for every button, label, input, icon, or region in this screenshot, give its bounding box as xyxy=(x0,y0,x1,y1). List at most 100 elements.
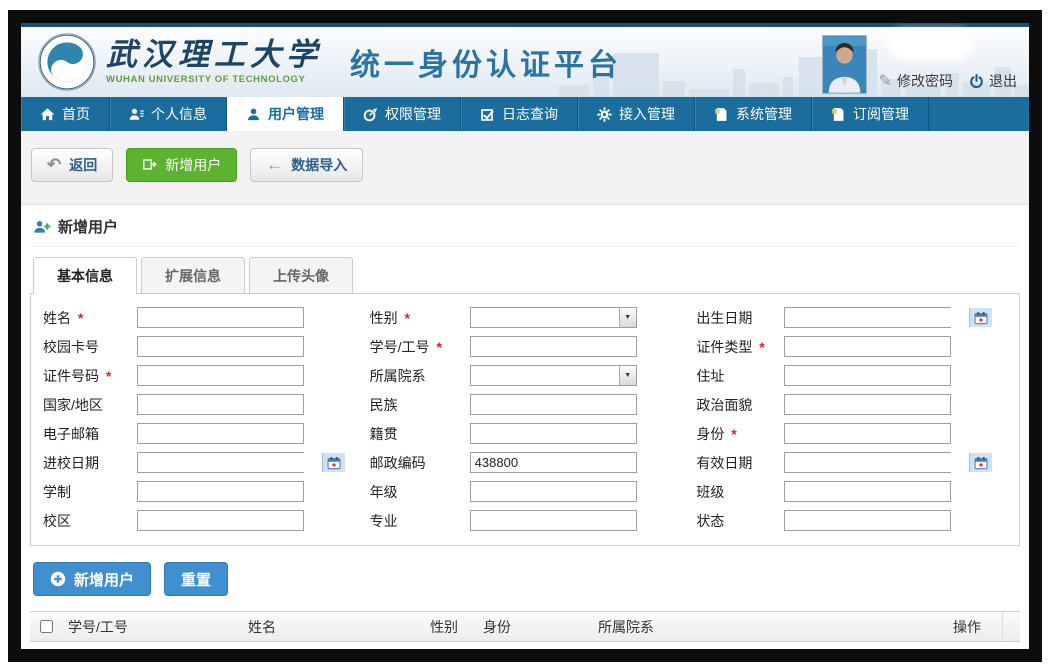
tab-2[interactable]: 上传头像 xyxy=(249,257,353,293)
toolbar: ↶ 返回 新增用户 ← 数据导入 xyxy=(21,131,1029,205)
required-asterisk: * xyxy=(401,310,410,326)
user-avatar xyxy=(822,35,867,94)
campus-card-field-label: 校园卡号 xyxy=(43,337,137,357)
add-user-toolbar-button[interactable]: 新增用户 xyxy=(126,148,237,182)
nav-item-permission[interactable]: 权限管理 xyxy=(344,97,461,131)
reset-button[interactable]: 重置 xyxy=(164,562,228,596)
native-place-field[interactable] xyxy=(470,423,637,444)
political-status-field[interactable] xyxy=(784,394,951,415)
logout-link[interactable]: 退出 xyxy=(969,71,1017,91)
enroll-date-field[interactable] xyxy=(138,453,322,472)
political-status-field-label: 政治面貌 xyxy=(696,395,784,415)
campus-field-label: 校区 xyxy=(43,511,137,531)
country-region-field-label: 国家/地区 xyxy=(43,395,137,415)
department-select[interactable]: ▼ xyxy=(470,365,637,386)
tab-1[interactable]: 扩展信息 xyxy=(141,257,245,293)
student-id-field-row: 学号/工号 * xyxy=(370,332,681,361)
major-field[interactable] xyxy=(470,510,637,531)
name-field-row: 姓名 * xyxy=(43,303,354,332)
name-field[interactable] xyxy=(137,307,304,328)
data-import-button[interactable]: ← 数据导入 xyxy=(250,148,363,182)
nav-item-label: 日志查询 xyxy=(502,104,558,124)
student-id-field[interactable] xyxy=(470,336,637,357)
grade-field[interactable] xyxy=(470,481,637,502)
table-header-3: 身份 xyxy=(475,617,590,637)
header-user-area: ✎ 修改密码 退出 xyxy=(822,35,1017,94)
class-field-row: 班级 xyxy=(696,477,1007,506)
user-table: 学号/工号姓名性别身份所属院系操作 xyxy=(30,611,1020,649)
calendar-icon[interactable] xyxy=(969,453,992,472)
tab-0[interactable]: 基本信息 xyxy=(33,257,137,294)
study-length-field-row: 学制 xyxy=(43,477,354,506)
postal-code-field[interactable] xyxy=(470,452,637,473)
nav-item-home[interactable]: 首页 xyxy=(21,97,110,131)
enroll-date-field-label: 进校日期 xyxy=(43,453,137,473)
status-field[interactable] xyxy=(784,510,951,531)
country-region-field-row: 国家/地区 xyxy=(43,390,354,419)
plus-circle-icon xyxy=(50,571,66,587)
access-icon xyxy=(597,107,612,122)
home-icon xyxy=(40,107,55,122)
address-field-label: 住址 xyxy=(696,366,784,386)
required-asterisk: * xyxy=(755,339,764,355)
id-number-field[interactable] xyxy=(137,365,304,386)
valid-date-field-row: 有效日期 xyxy=(696,448,1007,477)
person-add-icon xyxy=(33,219,51,235)
nav-item-user-management[interactable]: 用户管理 xyxy=(227,97,344,131)
country-region-field[interactable] xyxy=(137,394,304,415)
form-column-2: 性别 *▼学号/工号 *所属院系▼民族籍贯邮政编码年级专业 xyxy=(362,303,689,535)
nav-item-subscription[interactable]: 订阅管理 xyxy=(812,97,929,131)
address-field[interactable] xyxy=(784,365,951,386)
add-user-submit-label: 新增用户 xyxy=(74,569,134,590)
export-user-icon xyxy=(142,157,157,172)
nav-item-label: 权限管理 xyxy=(385,104,441,124)
section-title-bar: 新增用户 xyxy=(30,205,1020,247)
pencil-icon: ✎ xyxy=(879,71,892,91)
calendar-icon[interactable] xyxy=(322,453,345,472)
subscription-icon xyxy=(831,107,846,122)
id-number-field-label: 证件号码 * xyxy=(43,366,137,386)
ethnicity-field[interactable] xyxy=(470,394,637,415)
birth-date-field-label: 出生日期 xyxy=(696,308,784,328)
dropdown-arrow-icon[interactable]: ▼ xyxy=(619,308,636,327)
table-header-end-spacer xyxy=(1002,612,1020,641)
birth-date-field[interactable] xyxy=(785,308,969,327)
change-password-link[interactable]: ✎ 修改密码 xyxy=(879,71,953,91)
nav-item-log-query[interactable]: 日志查询 xyxy=(461,97,578,131)
back-button[interactable]: ↶ 返回 xyxy=(31,148,113,182)
change-password-label: 修改密码 xyxy=(897,71,953,91)
user-management-icon xyxy=(246,107,261,122)
section-title: 新增用户 xyxy=(58,216,118,237)
birth-date-field-group xyxy=(784,307,951,328)
nav-item-profile[interactable]: 个人信息 xyxy=(110,97,227,131)
identity-field-label: 身份 * xyxy=(696,424,784,444)
major-field-label: 专业 xyxy=(370,511,470,531)
id-type-field[interactable] xyxy=(784,336,951,357)
gender-select[interactable]: ▼ xyxy=(470,307,637,328)
form-column-1: 姓名 * 校园卡号证件号码 * 国家/地区电子邮箱进校日期学制校区 xyxy=(35,303,362,535)
postal-code-field-label: 邮政编码 xyxy=(370,453,470,473)
ethnicity-field-row: 民族 xyxy=(370,390,681,419)
add-user-submit-button[interactable]: 新增用户 xyxy=(33,562,151,596)
nav-item-access[interactable]: 接入管理 xyxy=(578,97,695,131)
status-field-label: 状态 xyxy=(696,511,784,531)
redacted-username xyxy=(893,35,967,55)
dropdown-arrow-icon[interactable]: ▼ xyxy=(619,366,636,385)
add-user-panel: 基本信息扩展信息上传头像 姓名 * 校园卡号证件号码 * 国家/地区电子邮箱进校日期… xyxy=(30,257,1020,546)
import-arrow-icon: ← xyxy=(266,156,283,173)
email-field-row: 电子邮箱 xyxy=(43,419,354,448)
email-field[interactable] xyxy=(137,423,304,444)
nav-item-system[interactable]: 系统管理 xyxy=(695,97,812,131)
identity-field[interactable] xyxy=(784,423,951,444)
select-all-checkbox[interactable] xyxy=(40,620,53,633)
calendar-icon[interactable] xyxy=(969,308,992,327)
campus-field[interactable] xyxy=(137,510,304,531)
valid-date-field[interactable] xyxy=(785,453,969,472)
campus-card-field[interactable] xyxy=(137,336,304,357)
name-field-label: 姓名 * xyxy=(43,308,137,328)
study-length-field[interactable] xyxy=(137,481,304,502)
class-field[interactable] xyxy=(784,481,951,502)
header: 武汉理工大学 WUHAN UNIVERSITY OF TECHNOLOGY 统一… xyxy=(21,23,1029,97)
university-name-block: 武汉理工大学 WUHAN UNIVERSITY OF TECHNOLOGY xyxy=(106,39,322,85)
table-header-1: 姓名 xyxy=(240,617,422,637)
